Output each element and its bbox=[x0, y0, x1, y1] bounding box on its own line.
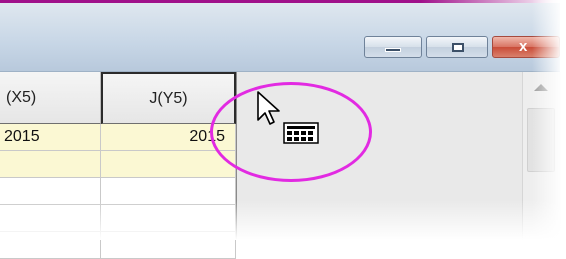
table-cell[interactable] bbox=[101, 205, 236, 231]
column-header-x5[interactable]: (X5) bbox=[0, 72, 101, 124]
minimize-icon bbox=[385, 48, 401, 52]
table-cell[interactable] bbox=[0, 232, 101, 258]
maximize-button[interactable] bbox=[426, 36, 488, 58]
column-header-label: (X5) bbox=[6, 88, 37, 106]
table-row: 2015 2015 bbox=[0, 124, 236, 151]
table-row bbox=[0, 178, 236, 205]
scroll-up-arrow-icon[interactable] bbox=[534, 84, 548, 91]
worksheet-grid[interactable]: (X5) J(Y5) 2015 2015 bbox=[0, 72, 237, 259]
table-cell[interactable] bbox=[101, 178, 236, 204]
table-cell[interactable] bbox=[101, 232, 236, 258]
close-button[interactable]: x bbox=[492, 36, 560, 58]
table-cell[interactable] bbox=[0, 151, 101, 177]
table-row bbox=[0, 205, 236, 232]
table-cell[interactable]: 2015 bbox=[101, 124, 236, 150]
vertical-scrollbar[interactable] bbox=[522, 72, 561, 240]
table-row bbox=[0, 151, 236, 178]
close-icon: x bbox=[519, 38, 528, 55]
table-row bbox=[0, 232, 236, 259]
scrollbar-thumb[interactable] bbox=[527, 108, 555, 172]
maximize-icon bbox=[452, 43, 464, 52]
column-header-label: J(Y5) bbox=[149, 89, 188, 107]
minimize-button[interactable] bbox=[364, 36, 422, 58]
column-header-j-y5[interactable]: J(Y5) bbox=[101, 72, 236, 124]
table-cell[interactable] bbox=[0, 178, 101, 204]
table-cell[interactable] bbox=[101, 151, 236, 177]
window-titlebar[interactable]: x bbox=[0, 3, 560, 72]
worksheet-empty-area[interactable] bbox=[237, 72, 522, 240]
table-cell[interactable] bbox=[0, 205, 101, 231]
table-cell[interactable]: 2015 bbox=[0, 124, 101, 150]
